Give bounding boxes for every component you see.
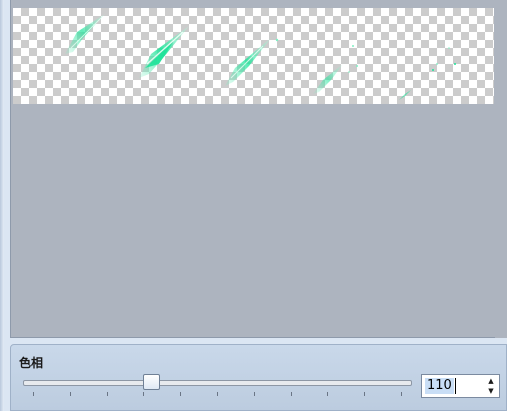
spin-down-icon[interactable]: ▼: [485, 386, 497, 396]
sprite-sheet-preview: [13, 8, 494, 104]
slider-tick: [254, 392, 255, 396]
hue-slider-track[interactable]: [23, 380, 412, 386]
slider-tick: [364, 392, 365, 396]
spin-up-icon[interactable]: ▲: [485, 376, 497, 386]
slider-tick: [217, 392, 218, 396]
hue-adjust-window: 色相 110 ▲ ▼: [0, 0, 507, 411]
effect-frame-1: [65, 14, 105, 54]
text-caret: [455, 378, 456, 394]
image-preview-area: [10, 0, 507, 338]
slider-tick: [401, 392, 402, 396]
hue-label: 色相: [19, 356, 44, 370]
slider-tick: [180, 392, 181, 396]
effect-frame-4: [313, 45, 358, 94]
hue-slider-thumb[interactable]: [142, 374, 160, 390]
slider-tick: [33, 392, 34, 396]
hue-value-input[interactable]: 110: [425, 378, 454, 394]
effect-frame-3: [225, 38, 279, 86]
preview-right-gutter: [495, 0, 507, 338]
slider-tick: [70, 392, 71, 396]
hue-control-panel: 色相 110 ▲ ▼: [10, 344, 507, 411]
effect-frame-2: [139, 26, 189, 78]
slider-tick: [291, 392, 292, 396]
hue-value-spinbox[interactable]: 110 ▲ ▼: [421, 374, 500, 398]
slider-tick: [107, 392, 108, 396]
effect-frame-5: [399, 47, 456, 100]
slider-tick: [327, 392, 328, 396]
slash-effect-frames: [65, 14, 456, 100]
slider-tick: [143, 392, 144, 396]
window-left-edge: [0, 0, 4, 411]
